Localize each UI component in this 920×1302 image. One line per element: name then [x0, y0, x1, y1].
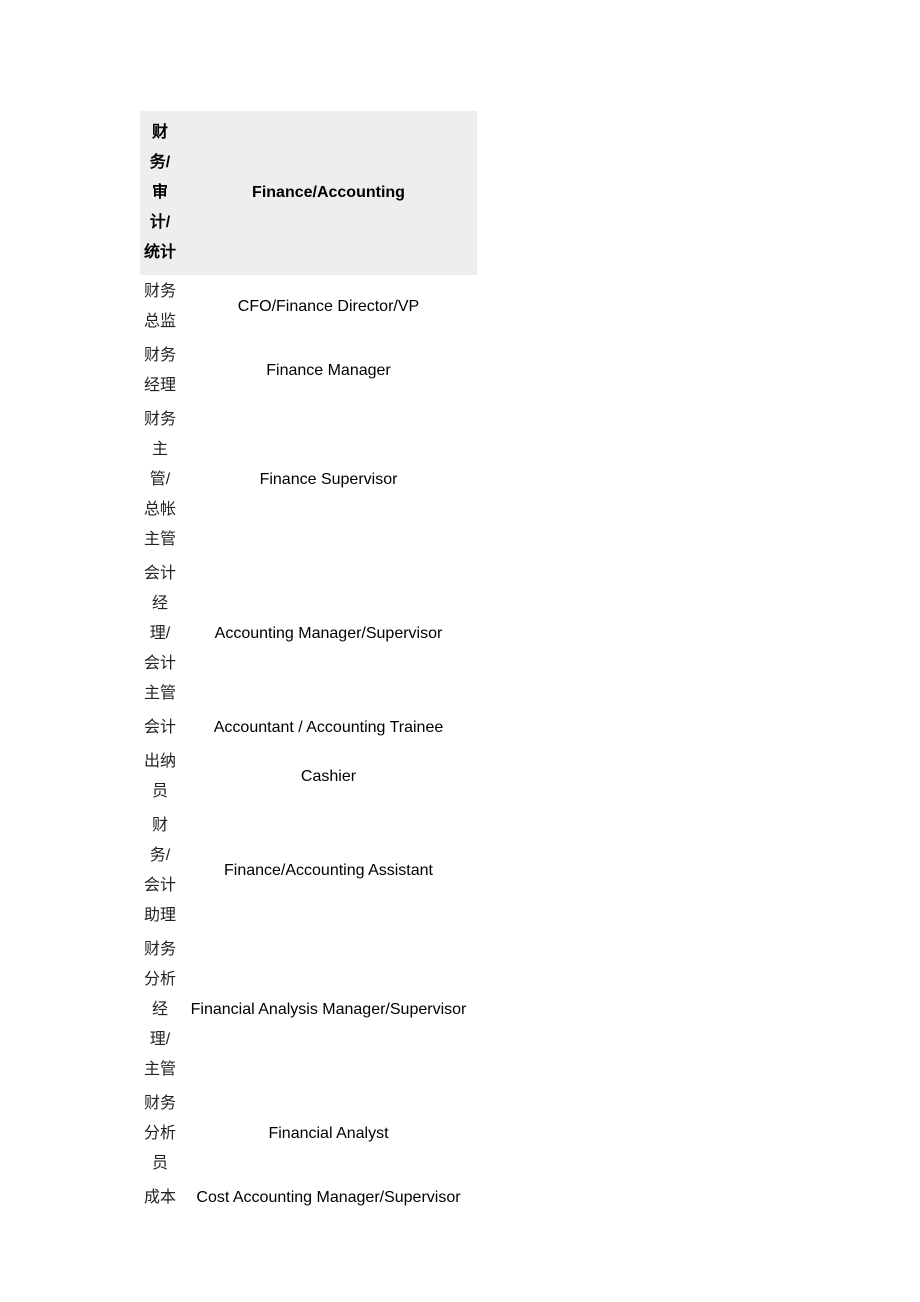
row-cn-cell: 财务主管/总帐主管 [143, 411, 176, 548]
table-row: 会计 Accountant / Accounting Trainee [140, 711, 477, 745]
row-en-cell: Cost Accounting Manager/Supervisor [196, 1189, 461, 1206]
table-row: 财务分析经理/主管 Financial Analysis Manager/Sup… [140, 933, 477, 1087]
header-en-cell: Finance/Accounting [180, 111, 477, 275]
row-en-cell: Accounting Manager/Supervisor [214, 625, 443, 642]
row-en-cell: Finance Manager [266, 362, 391, 379]
row-cn-cell: 财务分析员 [143, 1095, 176, 1172]
row-cn-cell: 成本 [143, 1189, 176, 1206]
row-en-cell: Finance Supervisor [259, 471, 398, 488]
table-row: 会计经理/会计主管 Accounting Manager/Supervisor [140, 557, 477, 711]
row-en-cell: Cashier [300, 768, 357, 785]
table-row: 财务总监 CFO/Finance Director/VP [140, 275, 477, 339]
row-cn-cell: 会计经理/会计主管 [143, 565, 176, 702]
row-cn-cell: 财务/会计助理 [143, 817, 176, 924]
table-row: 财务主管/总帐主管 Finance Supervisor [140, 403, 477, 557]
table-row: 成本 Cost Accounting Manager/Supervisor [140, 1181, 477, 1215]
row-cn-cell: 财务总监 [143, 283, 176, 330]
header-cn-cell: 财务/审计/统计 [140, 111, 180, 275]
row-en-cell: Accountant / Accounting Trainee [213, 719, 444, 736]
row-cn-cell: 出纳员 [143, 753, 176, 800]
row-en-cell: Financial Analysis Manager/Supervisor [190, 1001, 467, 1018]
table-row: 财务分析员 Financial Analyst [140, 1087, 477, 1181]
table-row: 财务/会计助理 Finance/Accounting Assistant [140, 809, 477, 933]
row-cn-cell: 会计 [143, 719, 176, 736]
row-en-cell: Finance/Accounting Assistant [223, 862, 433, 879]
row-cn-cell: 财务分析经理/主管 [143, 941, 176, 1078]
table-row: 财务经理 Finance Manager [140, 339, 477, 403]
table-header-row: 财务/审计/统计 Finance/Accounting [140, 111, 477, 275]
row-cn-cell: 财务经理 [143, 347, 176, 394]
table-row: 出纳员 Cashier [140, 745, 477, 809]
job-title-table: 财务/审计/统计 Finance/Accounting 财务总监 CFO/Fin… [140, 111, 477, 1215]
row-en-cell: Financial Analyst [268, 1125, 389, 1142]
row-en-cell: CFO/Finance Director/VP [237, 298, 420, 315]
